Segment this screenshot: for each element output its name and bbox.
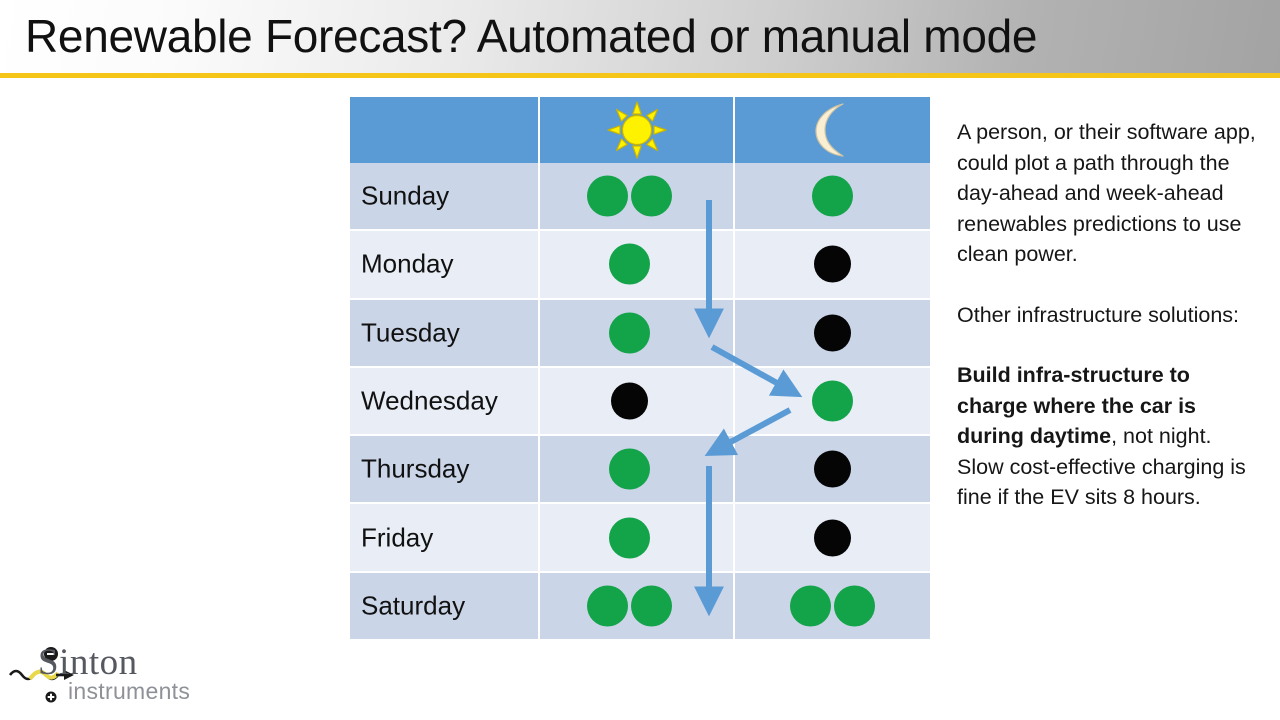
- nighttime-dot-group: [735, 585, 930, 627]
- nighttime-dot-group: [735, 245, 930, 283]
- renewable-dot-green: [609, 517, 650, 559]
- paragraph-infrastructure: Build infra-structure to charge where th…: [957, 360, 1262, 513]
- renewable-dot-green: [812, 380, 853, 422]
- renewable-dot-green: [587, 175, 628, 217]
- day-label: Monday: [361, 248, 454, 279]
- daytime-dot-group: [532, 243, 727, 285]
- renewable-dot-green: [631, 585, 672, 627]
- page-title: Renewable Forecast? Automated or manual …: [25, 10, 1038, 62]
- renewable-dot-green: [609, 448, 650, 490]
- row-day-cell: Wednesday: [350, 367, 540, 437]
- table-row: Saturday: [350, 572, 930, 642]
- title-accent-rule: [0, 73, 1280, 78]
- daytime-dot-group: [532, 312, 727, 354]
- logo-subtitle: instruments: [68, 678, 191, 704]
- row-daytime-cell: [540, 436, 735, 505]
- renewable-dot-green: [609, 312, 650, 354]
- nighttime-dot-group: [735, 314, 930, 352]
- day-label: Thursday: [361, 453, 470, 484]
- header-cell-day-name: [350, 97, 540, 163]
- table-row: Sunday: [350, 163, 930, 232]
- day-label: Tuesday: [361, 317, 460, 348]
- renewable-dot-green: [587, 585, 628, 627]
- day-label: Wednesday: [361, 385, 498, 416]
- renewable-dot-black: [814, 450, 851, 488]
- header-cell-daytime: [540, 97, 735, 163]
- row-nighttime-cell: [735, 163, 930, 232]
- row-daytime-cell: [540, 504, 735, 573]
- daytime-dot-group: [532, 382, 727, 420]
- row-day-cell: Saturday: [350, 572, 540, 642]
- row-daytime-cell: [540, 231, 735, 300]
- row-day-cell: Tuesday: [350, 299, 540, 368]
- renewable-dot-green: [790, 585, 831, 627]
- row-daytime-cell: [540, 367, 735, 437]
- daytime-dot-group: [532, 585, 727, 627]
- row-day-cell: Monday: [350, 231, 540, 300]
- table-row: Tuesday: [350, 299, 930, 368]
- side-text-panel: A person, or their software app, could p…: [957, 117, 1262, 513]
- daytime-dot-group: [532, 175, 727, 217]
- paragraph-other-solutions: Other infrastructure solutions:: [957, 302, 1240, 327]
- row-nighttime-cell: [735, 572, 930, 642]
- row-nighttime-cell: [735, 299, 930, 368]
- row-nighttime-cell: [735, 231, 930, 300]
- renewable-dot-green: [834, 585, 875, 627]
- renewable-dot-black: [814, 519, 851, 557]
- daytime-dot-group: [532, 448, 727, 490]
- nighttime-dot-group: [735, 519, 930, 557]
- paragraph-forecast: A person, or their software app, could p…: [957, 120, 1256, 266]
- sun-icon: [606, 101, 667, 159]
- row-nighttime-cell: [735, 504, 930, 573]
- sinton-instruments-logo: Sinton instruments: [8, 642, 208, 713]
- day-label: Sunday: [361, 180, 450, 211]
- row-daytime-cell: [540, 163, 735, 232]
- table-row: Monday: [350, 231, 930, 300]
- table-row: Wednesday: [350, 367, 930, 437]
- renewable-dot-green: [609, 243, 650, 285]
- row-day-cell: Thursday: [350, 436, 540, 505]
- row-daytime-cell: [540, 299, 735, 368]
- renewable-dot-green: [631, 175, 672, 217]
- table-row: Thursday: [350, 436, 930, 505]
- table-row: Friday: [350, 504, 930, 573]
- renewable-dot-black: [814, 245, 851, 283]
- nighttime-dot-group: [735, 175, 930, 217]
- row-nighttime-cell: [735, 436, 930, 505]
- nighttime-dot-group: [735, 450, 930, 488]
- row-nighttime-cell: [735, 367, 930, 437]
- nighttime-dot-group: [735, 380, 930, 422]
- renewable-schedule-table: Sunday Monday Tuesday Wednesday Thursday…: [350, 97, 930, 642]
- row-day-cell: Sunday: [350, 163, 540, 232]
- header-cell-nighttime: [735, 97, 930, 163]
- table-header-row: [350, 97, 930, 163]
- renewable-dot-black: [814, 314, 851, 352]
- renewable-dot-black: [611, 382, 648, 420]
- row-daytime-cell: [540, 572, 735, 642]
- daytime-dot-group: [532, 517, 727, 559]
- day-label: Saturday: [361, 590, 466, 621]
- row-day-cell: Friday: [350, 504, 540, 573]
- day-label: Friday: [361, 522, 434, 553]
- moon-icon: [814, 103, 844, 157]
- renewable-dot-green: [812, 175, 853, 217]
